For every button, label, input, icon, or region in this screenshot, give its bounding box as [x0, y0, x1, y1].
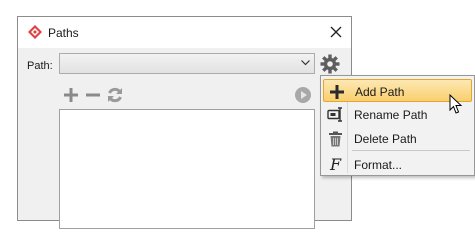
plus-icon[interactable]	[62, 86, 80, 104]
mouse-cursor-icon	[449, 94, 463, 114]
paths-dialog: Paths Path:	[17, 16, 352, 229]
play-icon[interactable]	[294, 86, 312, 104]
paths-list[interactable]	[59, 109, 315, 229]
trash-icon	[327, 130, 344, 147]
rename-icon	[327, 106, 344, 123]
path-dropdown[interactable]	[59, 53, 315, 74]
minus-icon[interactable]	[84, 86, 102, 104]
menu-item-delete-path[interactable]: Delete Path	[323, 127, 472, 150]
path-label: Path:	[27, 60, 53, 72]
path-context-menu: Add Path Rename Path Delete Path F Forma…	[320, 75, 475, 176]
function-icon: F	[329, 155, 342, 174]
plus-icon	[328, 83, 345, 100]
menu-item-label: Add Path	[355, 85, 405, 99]
close-button[interactable]	[325, 21, 347, 43]
title-bar: Paths	[18, 17, 351, 48]
diamond-logo-icon	[28, 25, 42, 39]
menu-item-label: Delete Path	[354, 132, 417, 146]
menu-item-label: Rename Path	[354, 108, 428, 122]
menu-separator	[352, 150, 470, 151]
refresh-icon[interactable]	[106, 86, 124, 104]
gear-icon[interactable]	[320, 54, 340, 74]
menu-item-label: Format...	[354, 158, 403, 172]
chevron-down-icon	[301, 60, 310, 66]
close-icon	[330, 26, 342, 38]
dialog-title: Paths	[48, 26, 79, 40]
menu-item-format[interactable]: F Format...	[323, 153, 472, 176]
